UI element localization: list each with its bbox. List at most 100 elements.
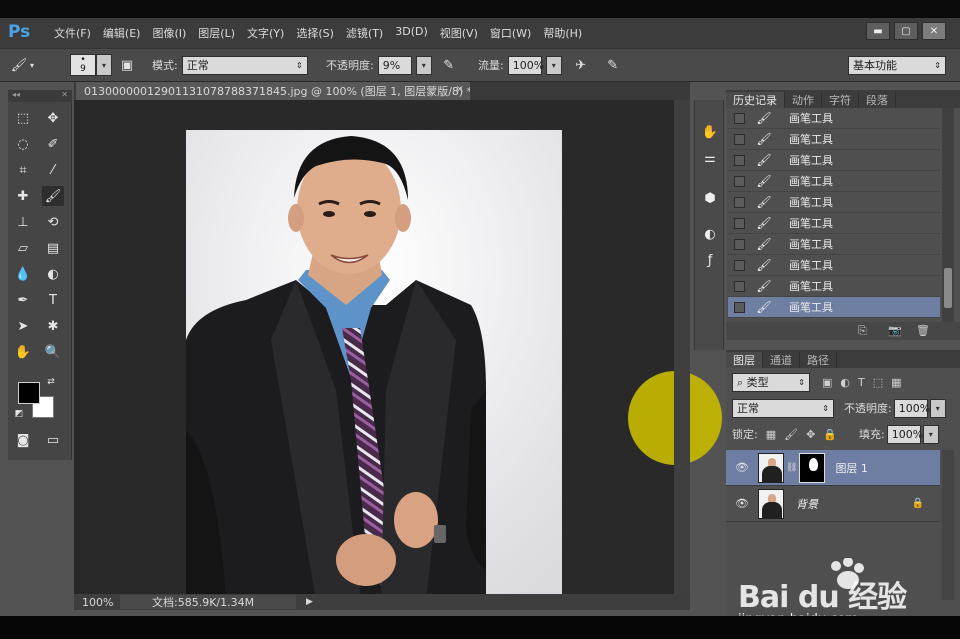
filter-pixel-icon[interactable]: ▣ xyxy=(822,376,832,389)
tab-actions[interactable]: 动作 xyxy=(785,92,822,108)
lock-transparent-icon[interactable]: ▦ xyxy=(766,428,776,441)
tab-character[interactable]: 字符 xyxy=(822,92,859,108)
history-item[interactable]: 🖌 画笔工具 xyxy=(728,255,940,276)
filter-shape-icon[interactable]: ⬚ xyxy=(873,376,883,389)
history-item[interactable]: 🖌 画笔工具 xyxy=(728,108,940,129)
adjustments-icon[interactable]: ◐ xyxy=(699,224,721,244)
tab-paragraph[interactable]: 段落 xyxy=(859,92,896,108)
zoom-level[interactable]: 100% xyxy=(74,596,120,609)
maximize-button[interactable]: ▢ xyxy=(894,22,918,40)
menu-view[interactable]: 视图(V) xyxy=(434,25,484,41)
menu-filter[interactable]: 滤镜(T) xyxy=(340,25,389,41)
history-checkbox[interactable] xyxy=(734,175,745,187)
menu-help[interactable]: 帮助(H) xyxy=(537,25,588,41)
collapse-icon[interactable]: ◂◂ xyxy=(12,90,20,102)
brush-presets-icon[interactable]: ✋ xyxy=(699,122,721,142)
marquee-tool-icon[interactable]: ⬚ xyxy=(12,108,34,128)
tool-preset-picker[interactable]: 🖌 ▾ xyxy=(8,55,34,75)
lock-paint-icon[interactable]: 🖌 xyxy=(784,428,798,441)
menu-file[interactable]: 文件(F) xyxy=(48,25,97,41)
menu-window[interactable]: 窗口(W) xyxy=(484,25,537,41)
blend-mode-select[interactable]: 正常 ⇕ xyxy=(732,398,834,418)
tab-layers[interactable]: 图层 xyxy=(726,352,763,368)
history-item[interactable]: 🖌 画笔工具 xyxy=(728,192,940,213)
airbrush-icon[interactable]: ✈ xyxy=(570,55,592,75)
layer-filter-select[interactable]: ⌕ 类型 ⇕ xyxy=(732,372,810,392)
eye-icon[interactable]: 👁 xyxy=(732,497,752,510)
menu-edit[interactable]: 编辑(E) xyxy=(97,25,147,41)
lock-all-icon[interactable]: 🔒 xyxy=(823,428,837,441)
fill-dropdown[interactable]: ▾ xyxy=(922,424,939,444)
toolbox-grip[interactable]: ◂◂ ✕ xyxy=(8,90,72,102)
quick-select-tool-icon[interactable]: ✐ xyxy=(42,134,64,154)
brush-tool-icon[interactable]: 🖌 xyxy=(42,186,64,206)
history-checkbox[interactable] xyxy=(734,133,745,145)
eraser-tool-icon[interactable]: ▱ xyxy=(12,238,34,258)
brush-panel-toggle[interactable]: ▣ xyxy=(116,55,138,75)
swap-colors-icon[interactable]: ⇄ xyxy=(44,376,58,388)
pressure-opacity-icon[interactable]: ✎ xyxy=(438,55,460,75)
close-tab-icon[interactable]: × xyxy=(456,84,464,95)
pressure-size-icon[interactable]: ✎ xyxy=(602,55,624,75)
3d-panel-icon[interactable]: ⬢ xyxy=(699,188,721,208)
history-scroll-thumb[interactable] xyxy=(944,268,952,308)
filter-adjust-icon[interactable]: ◐ xyxy=(840,376,850,389)
layer-opacity-dropdown[interactable]: ▾ xyxy=(929,398,946,418)
history-item[interactable]: 🖌 画笔工具 xyxy=(728,171,940,192)
canvas-area[interactable] xyxy=(74,100,722,599)
flow-dropdown[interactable]: ▾ xyxy=(545,55,562,75)
history-checkbox[interactable] xyxy=(734,112,745,124)
menu-layer[interactable]: 图层(L) xyxy=(192,25,241,41)
pen-tool-icon[interactable]: ✒ xyxy=(12,290,34,310)
minimize-button[interactable]: ▬ xyxy=(866,22,890,40)
link-icon[interactable]: ⛓ xyxy=(786,463,797,473)
shape-tool-icon[interactable]: ✱ xyxy=(42,316,64,336)
screen-mode-icon[interactable]: ▭ xyxy=(42,430,64,450)
hand-tool-icon[interactable]: ✋ xyxy=(12,342,34,362)
crop-tool-icon[interactable]: ⌗ xyxy=(12,160,34,180)
history-checkbox[interactable] xyxy=(734,217,745,229)
document-tab[interactable]: 013000000129011310787883718​45.jpg @ 100… xyxy=(76,82,470,100)
close-button[interactable]: ✕ xyxy=(922,22,946,40)
layer-mask-thumbnail[interactable] xyxy=(799,452,826,483)
history-item[interactable]: 🖌 画笔工具 xyxy=(728,234,940,255)
zoom-tool-icon[interactable]: 🔍 xyxy=(42,342,64,362)
brush-settings-icon[interactable]: ⚌ xyxy=(699,148,721,168)
history-checkbox[interactable] xyxy=(734,196,745,208)
layer-opacity-input[interactable]: 100% xyxy=(893,398,930,418)
workspace-select[interactable]: 基本功能 ⇕ xyxy=(848,55,946,75)
default-colors-icon[interactable]: ◩ xyxy=(12,408,26,420)
eyedropper-tool-icon[interactable]: ⁄ xyxy=(42,160,64,180)
path-select-tool-icon[interactable]: ➤ xyxy=(12,316,34,336)
eye-icon[interactable]: 👁 xyxy=(732,461,752,474)
fill-input[interactable]: 100% xyxy=(886,424,923,444)
history-checkbox[interactable] xyxy=(734,280,745,292)
flow-input[interactable]: 100% xyxy=(507,55,544,75)
filter-smart-icon[interactable]: ▦ xyxy=(891,376,901,389)
menu-select[interactable]: 选择(S) xyxy=(290,25,340,41)
layer-row-background[interactable]: 👁 背景 🔒 xyxy=(726,486,940,522)
menu-image[interactable]: 图像(I) xyxy=(146,25,192,41)
foreground-color-swatch[interactable] xyxy=(18,382,40,404)
history-checkbox[interactable] xyxy=(734,154,745,166)
history-item[interactable]: 🖌 画笔工具 xyxy=(728,213,940,234)
history-checkbox[interactable] xyxy=(734,301,745,313)
status-menu-arrow-icon[interactable]: ▶ xyxy=(306,597,313,607)
history-item[interactable]: 🖌 画笔工具 xyxy=(728,150,940,171)
history-scrollbar[interactable] xyxy=(942,108,954,322)
opacity-input[interactable]: 9% xyxy=(377,55,412,75)
blur-tool-icon[interactable]: 💧 xyxy=(12,264,34,284)
move-tool-icon[interactable]: ✥ xyxy=(42,108,64,128)
healing-brush-tool-icon[interactable]: ✚ xyxy=(12,186,34,206)
close-icon[interactable]: ✕ xyxy=(61,90,68,102)
filter-type-icon[interactable]: T xyxy=(858,376,865,389)
canvas-vertical-scrollbar[interactable] xyxy=(674,100,690,594)
styles-fx-icon[interactable]: ƒ xyxy=(699,250,721,270)
menu-3d[interactable]: 3D(D) xyxy=(389,25,434,41)
lasso-tool-icon[interactable]: ◌ xyxy=(12,134,34,154)
history-brush-tool-icon[interactable]: ⟲ xyxy=(42,212,64,232)
lock-position-icon[interactable]: ✥ xyxy=(806,428,815,441)
trash-icon[interactable]: 🗑 xyxy=(916,324,930,337)
history-item[interactable]: 🖌 画笔工具 xyxy=(728,129,940,150)
gradient-tool-icon[interactable]: ▤ xyxy=(42,238,64,258)
